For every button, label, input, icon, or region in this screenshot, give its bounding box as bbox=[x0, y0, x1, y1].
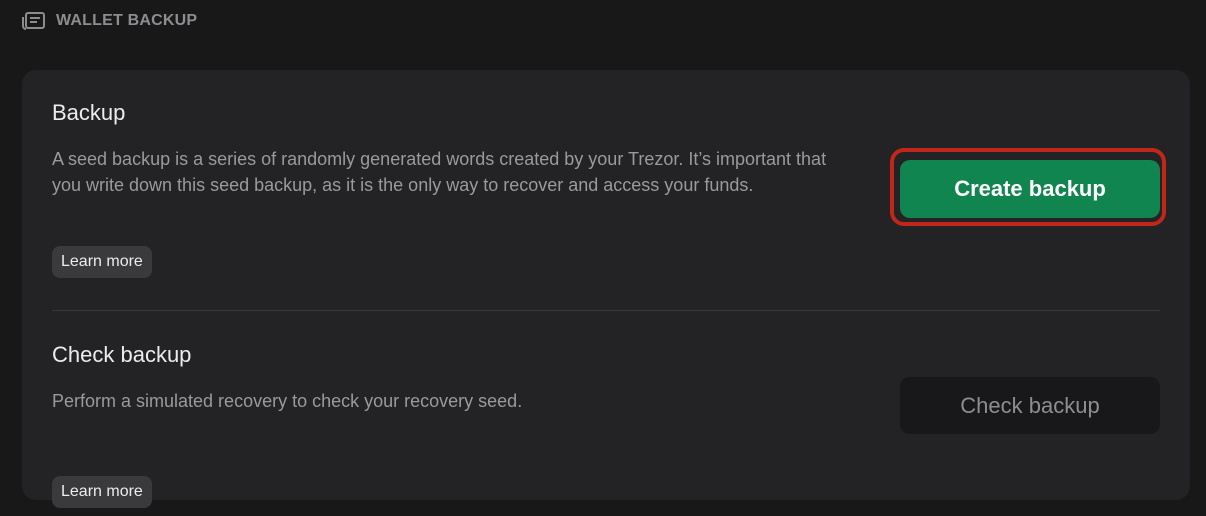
section-header: WALLET BACKUP bbox=[22, 9, 197, 33]
create-backup-button[interactable]: Create backup bbox=[900, 160, 1160, 218]
check-backup-button[interactable]: Check backup bbox=[900, 377, 1160, 434]
check-backup-learn-more-button[interactable]: Learn more bbox=[52, 476, 152, 508]
backup-description: A seed backup is a series of randomly ge… bbox=[52, 149, 827, 195]
divider bbox=[52, 310, 1160, 311]
backup-title: Backup bbox=[52, 100, 126, 125]
check-backup-title: Check backup bbox=[52, 342, 192, 367]
wallet-backup-page: WALLET BACKUP Backup A seed backup is a … bbox=[0, 0, 1206, 516]
backup-learn-more-button[interactable]: Learn more bbox=[52, 246, 152, 278]
backup-list-icon bbox=[22, 11, 46, 31]
check-backup-description: Perform a simulated recovery to check yo… bbox=[52, 391, 523, 411]
backup-card: Backup A seed backup is a series of rand… bbox=[22, 70, 1190, 508]
section-title: WALLET BACKUP bbox=[56, 12, 198, 29]
